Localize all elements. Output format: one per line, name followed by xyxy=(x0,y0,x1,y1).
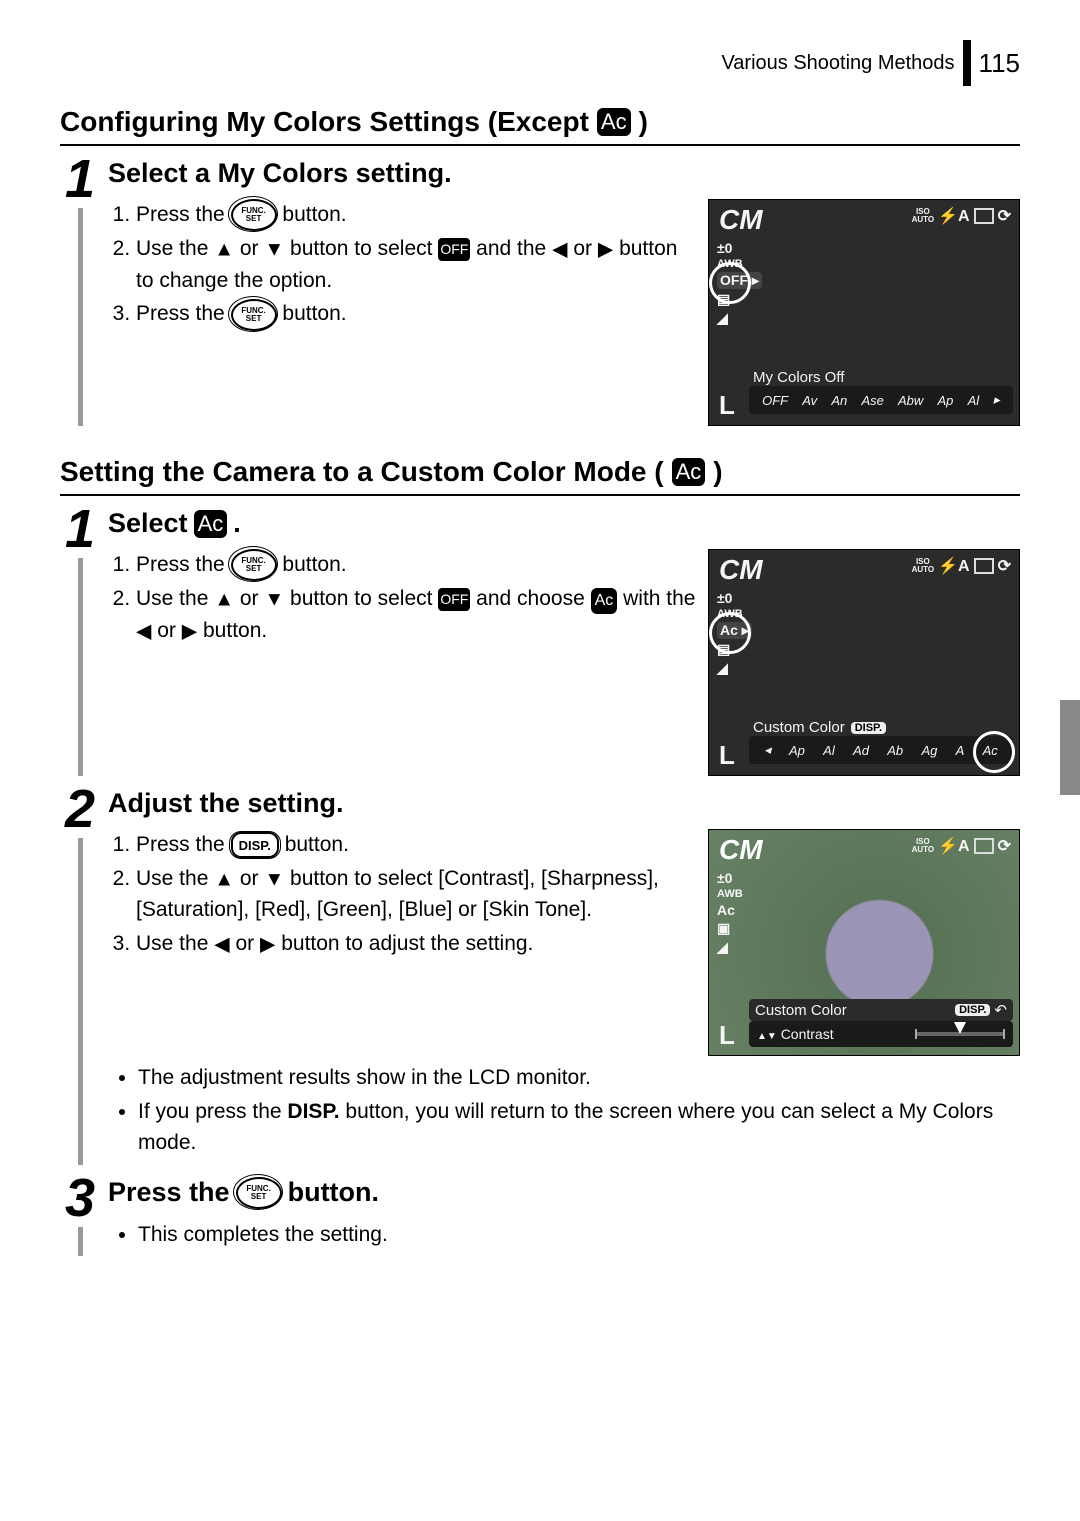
aspect-icon xyxy=(974,558,994,574)
func-set-button-icon: FUNC.SET xyxy=(231,299,277,331)
left-arrow-icon: ◀ xyxy=(136,620,151,642)
step-title: Select a My Colors setting. xyxy=(108,158,1020,189)
step-number: 1 xyxy=(60,152,100,206)
page-thumb-tab xyxy=(1060,700,1080,795)
right-arrow-icon: ▶ xyxy=(182,620,197,642)
rotate-icon: ⟳ xyxy=(998,836,1011,856)
instruction-bullets: This completes the setting. xyxy=(108,1219,1020,1251)
flash-auto-icon: ⚡A xyxy=(938,206,969,226)
page-number: 115 xyxy=(979,48,1020,79)
header-divider xyxy=(963,40,971,86)
down-arrow-icon: ▼ xyxy=(264,868,284,890)
step-title: Adjust the setting. xyxy=(108,788,1020,819)
aspect-icon xyxy=(974,208,994,224)
step-number: 3 xyxy=(60,1171,100,1225)
custom-color-icon: Ac xyxy=(194,510,228,538)
up-arrow-icon: ▲ xyxy=(214,868,234,890)
func-set-button-icon: FUNC.SET xyxy=(236,1177,282,1209)
instruction-bullets: The adjustment results show in the LCD m… xyxy=(108,1062,1020,1159)
section-heading-configuring: Configuring My Colors Settings (Except A… xyxy=(60,106,1020,146)
flash-auto-icon: ⚡A xyxy=(938,836,969,856)
highlight-circle-icon xyxy=(709,612,751,654)
off-icon: OFF xyxy=(438,238,470,261)
section-heading-custom-color: Setting the Camera to a Custom Color Mod… xyxy=(60,456,1020,496)
right-arrow-icon: ▶ xyxy=(598,239,613,261)
up-arrow-icon: ▲ xyxy=(214,239,234,261)
metering-icon: ▣ xyxy=(717,920,730,937)
sound-icon: ◢ xyxy=(717,939,728,956)
return-icon: ↶ xyxy=(994,1001,1007,1019)
highlight-circle-icon xyxy=(709,262,751,304)
disp-badge: DISP. xyxy=(955,1004,990,1016)
page-header: Various Shooting Methods 115 xyxy=(60,40,1020,86)
instruction-list: Press the FUNC.SET button. Use the ▲ or … xyxy=(108,199,696,426)
flash-auto-icon: ⚡A xyxy=(938,556,969,576)
disp-button-icon: DISP. xyxy=(231,832,279,858)
left-arrow-icon: ◀ xyxy=(552,239,567,261)
rotate-icon: ⟳ xyxy=(998,206,1011,226)
func-set-button-icon: FUNC.SET xyxy=(231,549,277,581)
lcd-screenshot-custom-color-select: CM ISOAUTO ⚡A ⟳ ±0 AWB Ac ▸ ▤ ◢ L xyxy=(708,549,1020,776)
up-arrow-icon: ▲ xyxy=(214,589,234,611)
sound-icon: ◢ xyxy=(717,310,728,327)
highlight-circle-icon xyxy=(973,731,1015,773)
contrast-slider xyxy=(915,1032,1005,1036)
left-arrow-icon: ◀ xyxy=(214,933,229,955)
step-block-s2-2: 2 Adjust the setting. Press the DISP. bu… xyxy=(60,782,1020,1165)
step-number: 2 xyxy=(60,782,100,836)
aspect-icon xyxy=(974,838,994,854)
custom-color-icon: Ac xyxy=(591,588,618,614)
instruction-list: Press the FUNC.SET button. Use the ▲ or … xyxy=(108,549,696,776)
func-set-button-icon: FUNC.SET xyxy=(231,199,277,231)
breadcrumb: Various Shooting Methods xyxy=(721,52,954,75)
custom-color-icon: Ac xyxy=(597,108,631,136)
lcd-screenshot-mycolors-off: CM ISOAUTO ⚡A ⟳ ±0 AWB OFF ▸ ▤ ◢ L xyxy=(708,199,1020,426)
down-arrow-icon: ▼ xyxy=(264,239,284,261)
off-icon: OFF xyxy=(438,588,470,611)
step-title: Press the FUNC.SET button. xyxy=(108,1177,1020,1209)
disp-badge: DISP. xyxy=(851,722,886,734)
step-block-s2-3: 3 Press the FUNC.SET button. This comple… xyxy=(60,1171,1020,1257)
step-number: 1 xyxy=(60,502,100,556)
step-title: Select Ac . xyxy=(108,508,1020,539)
rotate-icon: ⟳ xyxy=(998,556,1011,576)
lcd-screenshot-custom-color-adjust: CM ISOAUTO ⚡A ⟳ ±0 AWB Ac ▣ ◢ L C xyxy=(708,829,1020,1056)
down-arrow-icon: ▼ xyxy=(264,589,284,611)
step-block-s1-1: 1 Select a My Colors setting. Press the … xyxy=(60,152,1020,426)
step-block-s2-1: 1 Select Ac . Press the FUNC.SET button. xyxy=(60,502,1020,776)
custom-color-icon: Ac xyxy=(672,458,706,486)
instruction-list: Press the DISP. button. Use the ▲ or ▼ b… xyxy=(108,829,696,1056)
sound-icon: ◢ xyxy=(717,660,728,677)
right-arrow-icon: ▶ xyxy=(260,933,275,955)
